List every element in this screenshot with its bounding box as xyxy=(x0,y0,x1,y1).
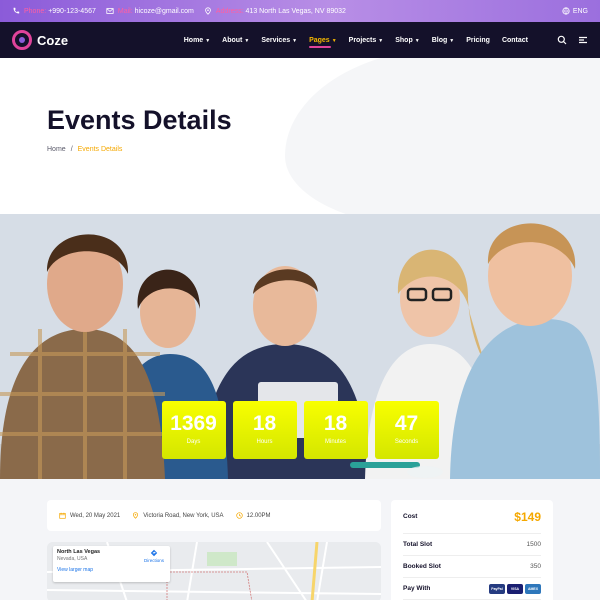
address-info: Address: 413 North Las Vegas, NV 89032 xyxy=(204,7,346,15)
event-time-text: 12.00PM xyxy=(246,512,271,519)
chevron-down-icon: ▼ xyxy=(292,37,298,44)
breadcrumb: Home / Events Details xyxy=(47,146,122,153)
location-pin-icon xyxy=(205,7,211,15)
mail-address: hicoze@gmail.com xyxy=(134,7,194,15)
total-slot-value: 1500 xyxy=(526,541,541,548)
nav-item-projects[interactable]: Projects ▼ xyxy=(349,37,384,44)
countdown-minutes-label: Minutes xyxy=(324,439,346,445)
nav-item-blog[interactable]: Blog ▼ xyxy=(432,37,455,44)
booked-slot-row: Booked Slot 350 xyxy=(403,556,541,578)
countdown-minutes: 18 Minutes xyxy=(303,401,368,459)
payment-methods: PayPal VISA AMEX xyxy=(487,583,541,594)
page-hero: Events Details Home / Events Details xyxy=(0,58,600,214)
nav-menu: Home ▼ About ▼ Services ▼ Pages ▼ Projects ▼ … xyxy=(172,37,528,48)
chevron-down-icon: ▼ xyxy=(449,37,455,44)
countdown-days: 1369 Days xyxy=(161,401,226,459)
map-info-card: North Las Vegas Nevada, USA View larger … xyxy=(53,546,170,582)
directions-button[interactable]: Directions xyxy=(144,549,164,563)
logo-icon xyxy=(12,30,32,50)
countdown-hours: 18 Hours xyxy=(232,401,297,459)
phone-label: Phone: xyxy=(24,7,47,15)
hamburger-menu-icon[interactable] xyxy=(578,35,588,45)
nav-item-contact[interactable]: Contact xyxy=(502,37,528,44)
main-navigation: Coze Home ▼ About ▼ Services ▼ Pages ▼ Proje… xyxy=(0,22,600,58)
mail-icon xyxy=(106,8,114,14)
countdown-days-value: 1369 xyxy=(170,412,217,435)
phone-number: +990-123-4567 xyxy=(48,7,96,15)
location-pin-icon xyxy=(133,512,139,519)
page-title: Events Details xyxy=(47,105,232,135)
countdown-hours-label: Hours xyxy=(256,439,273,445)
chevron-down-icon: ▼ xyxy=(205,37,211,44)
event-location: Victoria Road, New York, USA xyxy=(132,512,224,519)
site-logo[interactable]: Coze xyxy=(12,30,68,50)
event-meta-card: Wed, 20 May 2021 Victoria Road, New York… xyxy=(47,500,381,531)
booked-slot-value: 350 xyxy=(530,563,541,570)
event-countdown: 1369 Days 18 Hours 18 Minutes 47 Seconds xyxy=(0,401,600,459)
breadcrumb-current: Events Details xyxy=(77,146,123,153)
view-larger-map-link[interactable]: View larger map xyxy=(57,567,166,573)
event-time: 12.00PM xyxy=(235,512,271,519)
logo-text: Coze xyxy=(37,32,69,48)
event-date-text: Wed, 20 May 2021 xyxy=(70,512,121,519)
nav-item-about[interactable]: About ▼ xyxy=(222,37,249,44)
countdown-days-label: Days xyxy=(186,439,201,445)
nav-item-pricing[interactable]: Pricing xyxy=(466,37,490,44)
nav-item-services[interactable]: Services ▼ xyxy=(261,37,297,44)
phone-icon xyxy=(13,7,20,14)
chevron-down-icon: ▼ xyxy=(378,37,384,44)
top-info-bar: Phone: +990-123-4567 Mail: hicoze@gmail.… xyxy=(0,0,600,22)
pay-with-row: Pay With PayPal VISA AMEX xyxy=(403,578,541,600)
mail-label: Mail: xyxy=(117,7,133,15)
cost-value: $149 xyxy=(514,509,541,524)
event-date: Wed, 20 May 2021 xyxy=(59,512,120,519)
cost-label: Cost xyxy=(403,513,418,520)
nav-item-home[interactable]: Home ▼ xyxy=(184,37,210,44)
language-selector[interactable]: ENG xyxy=(562,7,588,15)
chevron-down-icon: ▼ xyxy=(331,37,337,44)
globe-icon xyxy=(562,7,570,15)
event-location-text: Victoria Road, New York, USA xyxy=(143,512,224,519)
chevron-down-icon: ▼ xyxy=(414,37,420,44)
total-slot-label: Total Slot xyxy=(403,541,433,548)
total-slot-row: Total Slot 1500 xyxy=(403,534,541,556)
breadcrumb-separator: / xyxy=(70,146,73,153)
directions-label: Directions xyxy=(143,558,164,563)
amex-icon[interactable]: AMEX xyxy=(525,583,541,594)
hero-background-shape xyxy=(285,58,600,214)
event-map[interactable]: North Las Vegas Nevada, USA View larger … xyxy=(47,542,381,600)
phone-info[interactable]: Phone: +990-123-4567 xyxy=(12,7,96,15)
clock-icon xyxy=(235,512,243,519)
mail-info[interactable]: Mail: hicoze@gmail.com xyxy=(106,7,194,15)
address-text: 413 North Las Vegas, NV 89032 xyxy=(245,7,346,15)
visa-icon[interactable]: VISA xyxy=(507,583,523,594)
chevron-down-icon: ▼ xyxy=(244,37,250,44)
nav-item-pages[interactable]: Pages ▼ xyxy=(309,37,337,48)
pay-with-label: Pay With xyxy=(403,585,431,592)
language-label: ENG xyxy=(572,7,588,15)
countdown-seconds-label: Seconds xyxy=(394,439,419,445)
nav-actions xyxy=(546,35,588,45)
directions-icon xyxy=(150,549,158,557)
countdown-seconds-value: 47 xyxy=(394,412,419,435)
countdown-hours-value: 18 xyxy=(252,412,277,435)
paypal-icon[interactable]: PayPal xyxy=(489,583,505,594)
cost-row: Cost $149 xyxy=(403,500,541,534)
calendar-icon xyxy=(59,512,66,519)
event-photo: 1369 Days 18 Hours 18 Minutes 47 Seconds xyxy=(0,214,600,479)
countdown-minutes-value: 18 xyxy=(323,412,348,435)
search-icon[interactable] xyxy=(557,35,567,45)
booked-slot-label: Booked Slot xyxy=(403,563,441,570)
address-label: Address: xyxy=(215,7,244,15)
nav-item-shop[interactable]: Shop ▼ xyxy=(395,37,419,44)
breadcrumb-home[interactable]: Home xyxy=(47,146,66,153)
countdown-seconds: 47 Seconds xyxy=(374,401,439,459)
event-pricing-card: Cost $149 Total Slot 1500 Booked Slot 35… xyxy=(391,500,553,600)
